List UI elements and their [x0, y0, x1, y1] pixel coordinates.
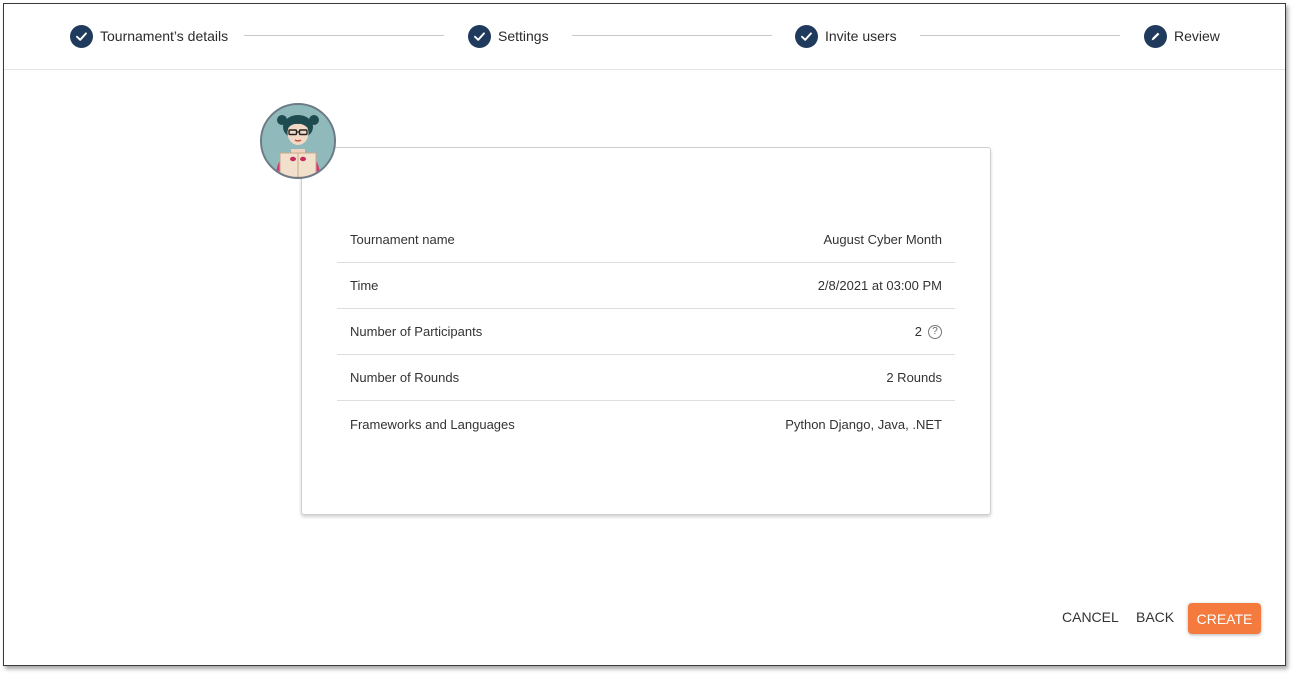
pencil-icon: [1144, 24, 1167, 48]
step-label: Tournament’s details: [100, 28, 229, 44]
review-row-rounds: Number of Rounds 2 Rounds: [337, 355, 955, 401]
wizard-stepper: Tournament’s details Settings Invite use…: [4, 4, 1285, 70]
step-label: Settings: [498, 28, 549, 44]
row-value: Python Django, Java, .NET: [785, 416, 942, 432]
step-invite-users[interactable]: Invite users: [795, 24, 897, 48]
step-settings[interactable]: Settings: [468, 24, 549, 48]
row-value: 2: [914, 324, 922, 339]
step-label: Review: [1174, 28, 1220, 44]
row-label: Number of Rounds: [350, 370, 460, 385]
create-button[interactable]: CREATE: [1188, 603, 1261, 634]
review-row-frameworks: Frameworks and Languages Python Django, …: [337, 401, 955, 447]
cancel-button[interactable]: CANCEL: [1062, 602, 1119, 632]
help-icon[interactable]: ?: [928, 324, 942, 339]
row-value: 2 Rounds: [886, 370, 942, 385]
review-row-participants: Number of Participants 2 ?: [337, 309, 955, 355]
step-connector: [244, 35, 444, 36]
check-icon: [795, 24, 818, 48]
app-window: Tournament’s details Settings Invite use…: [3, 3, 1286, 666]
review-list: Tournament name August Cyber Month Time …: [337, 217, 955, 447]
row-value: 2/8/2021 at 03:00 PM: [817, 278, 942, 293]
row-label: Frameworks and Languages: [350, 416, 515, 432]
step-label: Invite users: [825, 28, 897, 44]
review-row-time: Time 2/8/2021 at 03:00 PM: [337, 263, 955, 309]
row-value: August Cyber Month: [823, 232, 942, 247]
check-icon: [468, 24, 491, 48]
row-label: Tournament name: [350, 232, 455, 247]
step-review[interactable]: Review: [1144, 24, 1220, 48]
back-button[interactable]: BACK: [1136, 602, 1174, 632]
review-row-tournament-name: Tournament name August Cyber Month: [337, 217, 955, 263]
row-label: Time: [350, 278, 379, 293]
review-card: Tournament name August Cyber Month Time …: [301, 147, 991, 515]
step-connector: [920, 35, 1120, 36]
check-icon: [70, 24, 93, 48]
user-avatar: [260, 103, 336, 179]
row-label: Number of Participants: [350, 324, 483, 339]
step-connector: [572, 35, 772, 36]
step-tournament-details[interactable]: Tournament’s details: [70, 24, 228, 48]
